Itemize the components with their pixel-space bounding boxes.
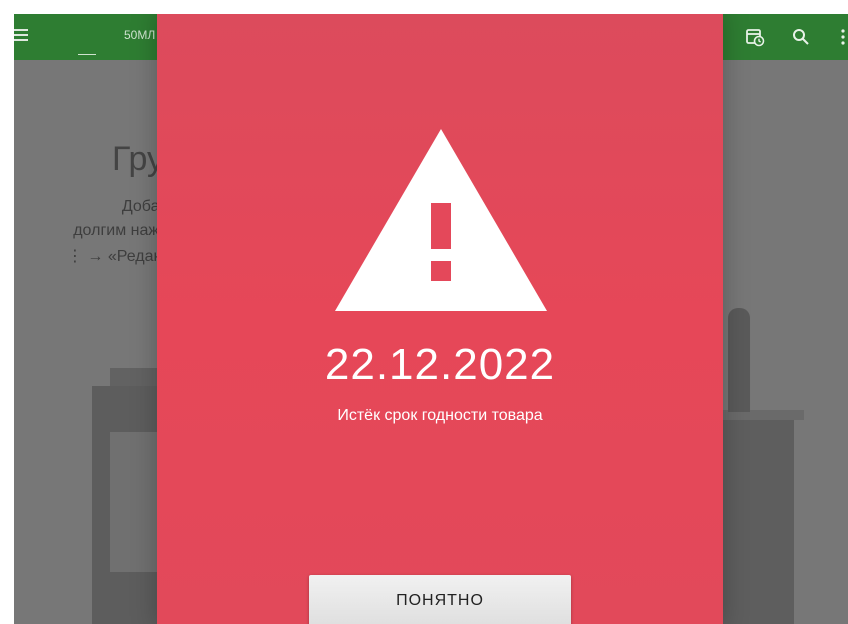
empty-state-line-2: долгим нажа <box>73 222 168 239</box>
calendar-history-icon[interactable] <box>744 26 766 48</box>
expiry-alert-dialog: 22.12.2022 Истёк срок годности товара ПО… <box>157 14 723 624</box>
app-bar-title: 50МЛ <box>124 28 156 42</box>
acknowledge-button-label: ПОНЯТНО <box>396 592 484 609</box>
counter-illustration-post <box>728 308 750 412</box>
empty-state-line-3: ⋮ → «Редакт <box>66 248 168 265</box>
bottle-illustration-label <box>110 432 162 572</box>
expiry-message: Истёк срок годности товара <box>337 407 543 424</box>
title-underline <box>78 54 96 55</box>
warning-triangle-icon <box>335 129 547 311</box>
expiry-date: 22.12.2022 <box>324 340 556 389</box>
app-screen: 50МЛ Гру Добав долгим нажа ⋮ → «Редакт 2… <box>14 14 848 624</box>
counter-illustration-body <box>714 420 794 624</box>
more-vert-icon[interactable] <box>832 26 848 48</box>
bottle-illustration <box>110 368 160 388</box>
search-icon[interactable] <box>790 26 812 48</box>
menu-icon[interactable] <box>14 24 36 46</box>
acknowledge-button[interactable]: ПОНЯТНО <box>309 575 571 624</box>
